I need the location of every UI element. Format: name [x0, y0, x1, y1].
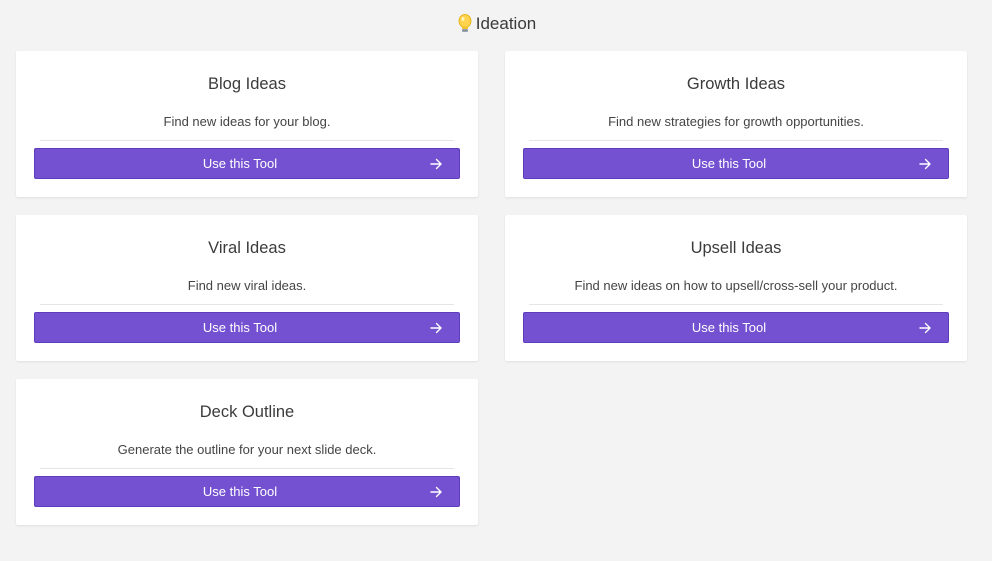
arrow-right-icon [918, 157, 932, 171]
tool-card-growth-ideas: Growth Ideas Find new strategies for gro… [505, 51, 967, 197]
card-title: Upsell Ideas [690, 239, 782, 257]
page-title: Ideation [475, 14, 537, 33]
card-description: Find new viral ideas. [187, 278, 307, 293]
page-header: Ideation [0, 12, 992, 36]
card-divider [529, 304, 943, 305]
arrow-right-icon [429, 485, 443, 499]
card-description: Find new ideas on how to upsell/cross-se… [574, 278, 898, 293]
arrow-right-icon [918, 321, 932, 335]
tool-card-viral-ideas: Viral Ideas Find new viral ideas. Use th… [16, 215, 478, 361]
lightbulb-icon [456, 13, 474, 35]
use-tool-button-label: Use this Tool [202, 320, 278, 335]
card-divider [529, 140, 943, 141]
tool-card-blog-ideas: Blog Ideas Find new ideas for your blog.… [16, 51, 478, 197]
use-tool-button-label: Use this Tool [202, 156, 278, 171]
use-tool-button[interactable]: Use this Tool [523, 148, 949, 179]
card-title: Deck Outline [199, 403, 295, 421]
arrow-right-icon [429, 157, 443, 171]
card-title: Growth Ideas [686, 75, 786, 93]
use-tool-button[interactable]: Use this Tool [34, 476, 460, 507]
tool-card-upsell-ideas: Upsell Ideas Find new ideas on how to up… [505, 215, 967, 361]
card-divider [40, 304, 454, 305]
use-tool-button[interactable]: Use this Tool [34, 312, 460, 343]
use-tool-button[interactable]: Use this Tool [34, 148, 460, 179]
use-tool-button-label: Use this Tool [202, 484, 278, 499]
card-title: Blog Ideas [208, 75, 286, 93]
card-description: Generate the outline for your next slide… [117, 442, 377, 457]
card-divider [40, 468, 454, 469]
card-description: Find new strategies for growth opportuni… [608, 114, 864, 129]
use-tool-button-label: Use this Tool [691, 320, 767, 335]
card-divider [40, 140, 454, 141]
tool-card-deck-outline: Deck Outline Generate the outline for yo… [16, 379, 478, 525]
use-tool-button-label: Use this Tool [691, 156, 767, 171]
use-tool-button[interactable]: Use this Tool [523, 312, 949, 343]
card-title: Viral Ideas [208, 239, 286, 257]
arrow-right-icon [429, 321, 443, 335]
card-description: Find new ideas for your blog. [163, 114, 331, 129]
